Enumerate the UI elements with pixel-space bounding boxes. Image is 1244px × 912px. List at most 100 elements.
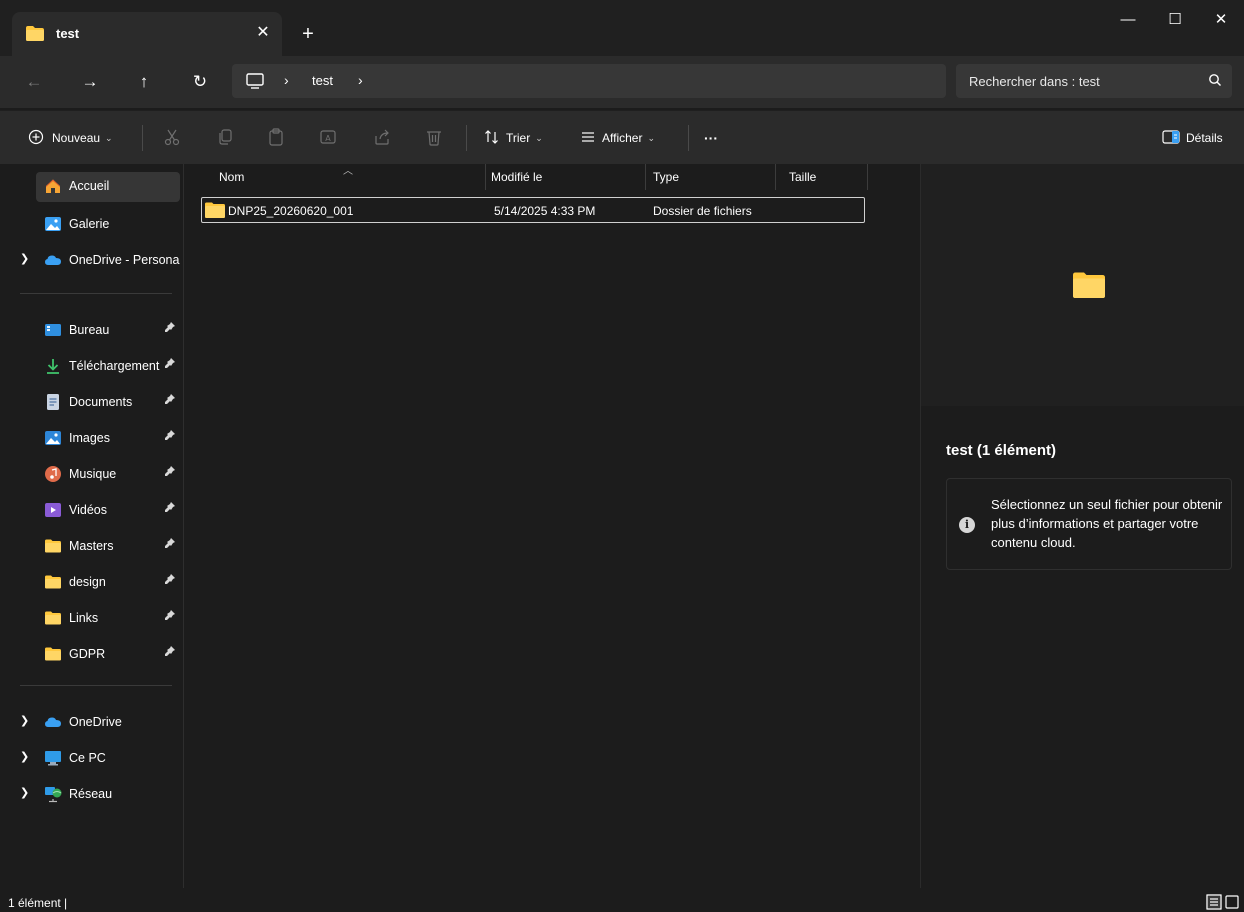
sidebar-item-label: Galerie <box>69 217 110 231</box>
pin-icon[interactable] <box>164 321 178 335</box>
pin-icon[interactable] <box>164 537 178 551</box>
tiles-view-icon[interactable] <box>1224 894 1240 910</box>
minimize-button[interactable]: — <box>1105 0 1151 40</box>
sidebar-item-documents[interactable]: Documents <box>0 384 184 418</box>
chevron-right-icon[interactable]: ❯ <box>20 714 29 727</box>
sidebar-item-videos[interactable]: Vidéos <box>0 492 184 526</box>
copy-icon[interactable] <box>216 127 238 149</box>
sidebar-item-musique[interactable]: Musique <box>0 456 184 490</box>
toolbar-divider <box>688 125 689 151</box>
home-icon <box>44 177 62 195</box>
details-view-icon[interactable] <box>1206 894 1222 910</box>
new-tab-button[interactable]: + <box>296 22 320 46</box>
pin-icon[interactable] <box>164 465 178 479</box>
chevron-right-icon[interactable]: ❯ <box>20 750 29 763</box>
new-button[interactable]: Nouveau ⌄ <box>28 125 113 151</box>
breadcrumb-separator[interactable]: › <box>358 72 363 88</box>
sidebar-item-label: Images <box>69 431 110 445</box>
column-divider[interactable] <box>775 164 776 190</box>
tab-test[interactable]: test ✕ <box>12 12 282 56</box>
share-icon[interactable] <box>372 127 394 149</box>
view-button[interactable]: Afficher ⌄ <box>580 125 655 151</box>
sort-label: Trier <box>506 131 531 145</box>
sidebar-item-bureau[interactable]: Bureau <box>0 312 184 346</box>
column-header-name[interactable]: Nom <box>219 170 244 184</box>
refresh-button[interactable]: ↻ <box>186 68 214 96</box>
folder-icon <box>205 202 225 221</box>
rename-icon[interactable]: A <box>318 127 340 149</box>
command-bar: Nouveau ⌄ A Trier ⌄ Afficher ⌄ ··· Détai… <box>0 110 1244 164</box>
pc-icon <box>44 749 62 767</box>
cut-icon[interactable] <box>162 127 184 149</box>
sidebar-item-label: Téléchargement <box>69 359 160 373</box>
breadcrumb-separator[interactable]: › <box>284 72 289 88</box>
sidebar-item-ce-pc[interactable]: ❯ Ce PC <box>0 740 184 774</box>
details-button[interactable]: Détails <box>1162 125 1223 151</box>
folder-icon <box>44 609 62 627</box>
up-button[interactable]: ↑ <box>130 68 158 96</box>
column-divider[interactable] <box>645 164 646 190</box>
sidebar-item-onedrive[interactable]: ❯ OneDrive <box>0 704 184 738</box>
pin-icon[interactable] <box>164 357 178 371</box>
sort-button[interactable]: Trier ⌄ <box>484 125 543 151</box>
toolbar-divider <box>466 125 467 151</box>
search-box[interactable]: Rechercher dans : test <box>956 64 1232 98</box>
sidebar-item-masters[interactable]: Masters <box>0 528 184 562</box>
sidebar-item-links[interactable]: Links <box>0 600 184 634</box>
breadcrumb-test[interactable]: test <box>312 73 333 88</box>
table-row[interactable]: DNP25_20260620_001 5/14/2025 4:33 PM Dos… <box>201 197 865 223</box>
details-pane: test (1 élément) i Sélectionnez un seul … <box>920 164 1244 888</box>
tab-close-icon[interactable]: ✕ <box>252 22 274 44</box>
view-label: Afficher <box>602 131 643 145</box>
chevron-right-icon[interactable]: ❯ <box>20 786 29 799</box>
column-header-size[interactable]: Taille <box>789 170 816 184</box>
music-icon <box>44 465 62 483</box>
chevron-right-icon[interactable]: ❯ <box>20 252 29 265</box>
sidebar-item-gdpr[interactable]: GDPR <box>0 636 184 670</box>
column-header-modified[interactable]: Modifié le <box>491 170 542 184</box>
details-label: Détails <box>1186 131 1223 145</box>
sidebar-divider <box>20 685 172 686</box>
column-header-type[interactable]: Type <box>653 170 679 184</box>
more-options-button[interactable]: ··· <box>704 125 718 151</box>
pin-icon[interactable] <box>164 501 178 515</box>
pin-icon[interactable] <box>164 429 178 443</box>
maximize-button[interactable]: ☐ <box>1152 0 1198 40</box>
sidebar-item-label: design <box>69 575 106 589</box>
search-input[interactable]: Rechercher dans : test <box>969 74 1100 89</box>
folder-icon <box>44 537 62 555</box>
close-window-button[interactable]: ✕ <box>1198 0 1244 40</box>
forward-button[interactable]: → <box>76 68 104 96</box>
paste-icon[interactable] <box>266 127 288 149</box>
sort-icon <box>484 129 500 148</box>
sidebar-item-design[interactable]: design <box>0 564 184 598</box>
pin-icon[interactable] <box>164 645 178 659</box>
sidebar-item-label: Ce PC <box>69 751 106 765</box>
sidebar-item-telechargement[interactable]: Téléchargement <box>0 348 184 382</box>
sidebar-item-label: Bureau <box>69 323 110 337</box>
sidebar-item-galerie[interactable]: Galerie <box>0 206 184 240</box>
sidebar-item-accueil[interactable]: Accueil <box>0 168 184 202</box>
pin-icon[interactable] <box>164 393 178 407</box>
sidebar-item-label: Musique <box>69 467 117 481</box>
pin-icon[interactable] <box>164 609 178 623</box>
delete-icon[interactable] <box>424 127 446 149</box>
sidebar-item-onedrive-personal[interactable]: ❯ OneDrive - Persona <box>0 242 184 276</box>
back-button[interactable]: ← <box>20 68 48 96</box>
sidebar-item-images[interactable]: Images <box>0 420 184 454</box>
sidebar-item-reseau[interactable]: ❯ Réseau <box>0 776 184 810</box>
search-icon[interactable] <box>1208 73 1222 90</box>
folder-icon <box>1073 272 1105 301</box>
chevron-down-icon: ⌄ <box>647 132 656 143</box>
file-type: Dossier de fichiers <box>653 204 752 218</box>
column-divider[interactable] <box>867 164 868 190</box>
sidebar-item-label: Accueil <box>69 179 110 193</box>
view-list-icon <box>580 129 596 148</box>
item-count: 1 élément | <box>8 896 68 910</box>
gallery-icon <box>44 215 62 233</box>
sort-ascending-icon: ︿ <box>343 166 353 177</box>
column-divider[interactable] <box>485 164 486 190</box>
address-bar[interactable]: › test › <box>232 64 946 98</box>
sidebar-item-label: Masters <box>69 539 114 553</box>
pin-icon[interactable] <box>164 573 178 587</box>
